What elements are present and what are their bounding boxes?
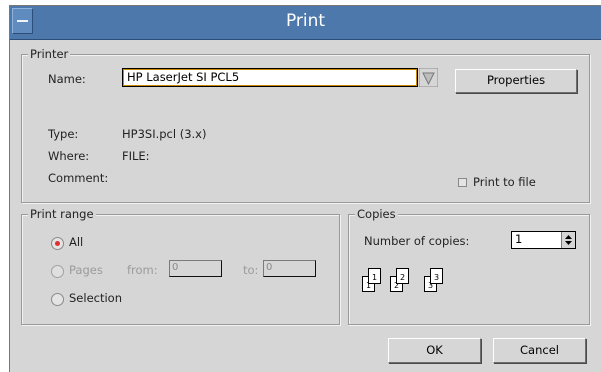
to-input[interactable]: 0 xyxy=(263,260,316,277)
copies-spin-arrows-icon[interactable] xyxy=(561,232,575,248)
type-label: Type: xyxy=(48,127,79,141)
print-to-file-label[interactable]: Print to file xyxy=(473,175,536,189)
ok-button[interactable]: OK xyxy=(388,338,481,363)
cancel-button[interactable]: Cancel xyxy=(493,338,586,363)
radio-selection-label[interactable]: Selection xyxy=(69,291,122,305)
from-label: from: xyxy=(127,263,158,277)
print-to-file-checkbox[interactable] xyxy=(458,178,467,187)
properties-button[interactable]: Properties xyxy=(455,69,577,93)
copies-group-legend: Copies xyxy=(355,207,398,221)
radio-all[interactable] xyxy=(51,237,64,250)
copies-spinbox[interactable]: 1 xyxy=(511,231,576,249)
radio-all-label[interactable]: All xyxy=(69,235,83,249)
printer-name-combobox[interactable]: HP LaserJet SI PCL5 xyxy=(122,68,418,87)
copies-value: 1 xyxy=(515,232,523,246)
radio-selection[interactable] xyxy=(51,293,64,306)
name-label: Name: xyxy=(48,72,86,86)
spin-arrows-icon xyxy=(565,235,572,245)
dropdown-arrow-icon[interactable] xyxy=(419,68,438,87)
where-label: Where: xyxy=(48,149,90,163)
type-value: HP3SI.pcl (3.x) xyxy=(122,127,207,141)
print-range-group-legend: Print range xyxy=(28,207,96,221)
radio-pages[interactable] xyxy=(51,265,64,278)
to-label: to: xyxy=(243,263,259,277)
title-bar[interactable]: Print xyxy=(10,6,601,40)
number-of-copies-label: Number of copies: xyxy=(364,234,470,248)
from-input[interactable]: 0 xyxy=(169,260,222,277)
printer-group-legend: Printer xyxy=(28,47,71,61)
comment-label: Comment: xyxy=(48,171,109,185)
radio-pages-label[interactable]: Pages xyxy=(69,263,103,277)
print-dialog: Print Printer Name: HP LaserJet SI PCL5 … xyxy=(9,5,601,372)
where-value: FILE: xyxy=(122,149,150,163)
window-title: Print xyxy=(285,11,326,31)
